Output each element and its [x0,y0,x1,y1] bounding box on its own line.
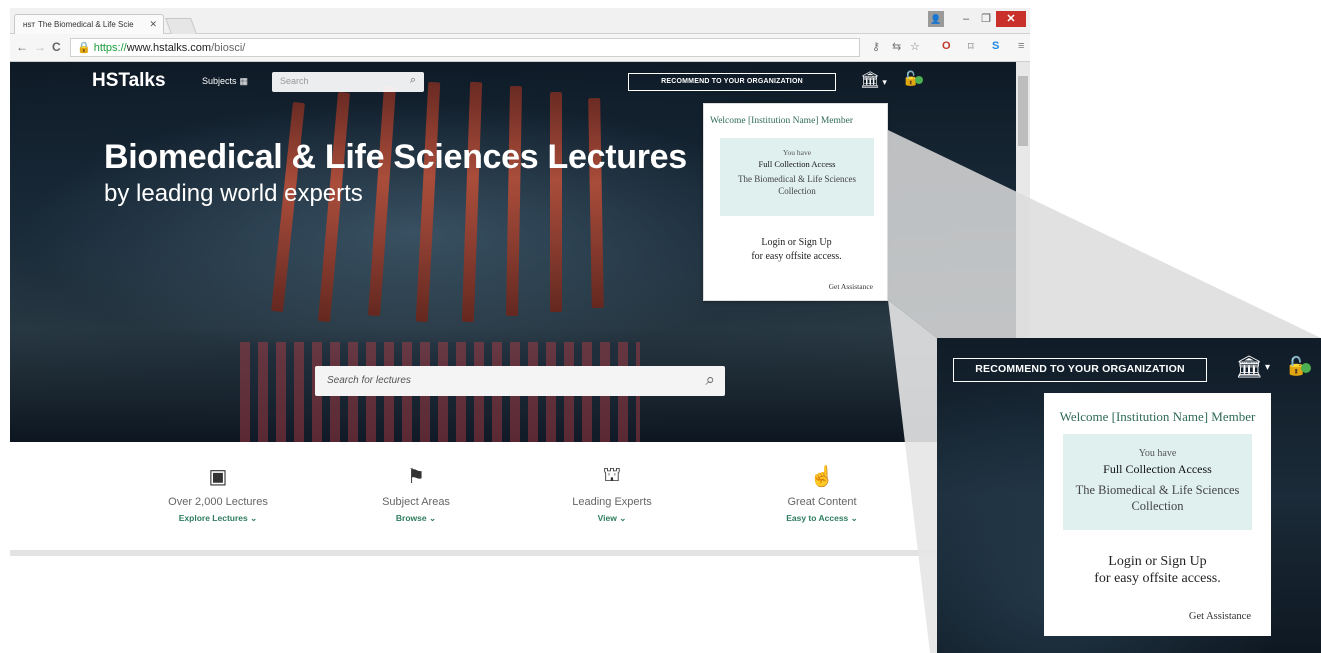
flag-icon: ⚑ [407,466,425,488]
url-scheme: https:// [93,42,127,54]
access-box: You have Full Collection Access The Biom… [720,138,874,216]
welcome-text: Welcome [Institution Name] Member [710,116,854,126]
podium-icon: ⛫ [602,464,622,486]
url-host: www.hstalks.com [126,42,212,54]
feature-content: ☝ Great Content Easy to Access ⌄ [722,464,922,524]
institution-popup: Welcome [Institution Name] Member You ha… [703,103,888,301]
institution-icon[interactable]: 🏛 ▾ [1235,354,1270,380]
stage: HST The Biomedical & Life Scie ✕ 👤 – ❐ ✕ … [0,0,1321,653]
feature-title: Great Content [787,496,857,508]
address-bar: ← → C 🔒 https://www.hstalks.com/biosci/ ⚷… [10,34,1030,62]
feature-action-link[interactable]: View ⌄ [512,513,712,524]
feature-action-link[interactable]: Easy to Access ⌄ [722,513,922,524]
header-search-input[interactable]: Search ⌕ [272,72,424,92]
reload-icon[interactable]: C [52,40,61,54]
pipette-image [588,97,604,309]
cast-icon[interactable]: ⌑ [968,40,974,53]
pipette-image [461,81,483,323]
tab-title: The Biomedical & Life Scie [38,20,134,29]
access-box: You have Full Collection Access The Biom… [1063,434,1252,530]
you-have-text: You have [1138,448,1177,459]
features-row: ▣ Over 2,000 Lectures Explore Lectures ⌄… [10,442,1016,552]
you-have-text: You have [782,148,812,157]
skype-icon[interactable]: S [992,40,999,52]
favicon: HST [23,23,35,29]
collection-name: The Biomedical & Life Sciences Collectio… [738,174,856,196]
check-badge-icon [915,76,924,84]
user-icon[interactable]: 👤 [928,11,944,27]
get-assistance-link[interactable]: Get Assistance [1189,611,1251,622]
tab-bar: HST The Biomedical & Life Scie ✕ 👤 – ❐ ✕ [10,8,1030,34]
feature-subjects: ⚑ Subject Areas Browse ⌄ [316,464,516,524]
feature-title: Subject Areas [382,496,450,508]
check-badge-icon [1301,363,1312,373]
subjects-menu[interactable]: Subjects ▦ [202,76,248,87]
grid-icon: ▦ [239,76,249,86]
new-tab-button[interactable] [165,18,197,34]
page-divider [10,550,1030,556]
feature-experts: ⛫ Leading Experts View ⌄ [512,464,712,524]
lecture-screen-icon: ▣ [208,466,228,488]
maximize-icon[interactable]: ❐ [978,11,994,27]
unlock-icon[interactable]: 🔓 [902,70,924,87]
url-path: /biosci/ [211,42,246,54]
lecture-search-input[interactable]: Search for lectures ⌕ [315,366,725,396]
pipette-image [505,85,523,317]
zoom-callout: RECOMMEND TO YOUR ORGANIZATION 🏛 ▾ 🔓 Welc… [937,338,1321,653]
login-signup-link[interactable]: Login or Sign Up for easy offsite access. [704,236,889,264]
translate-icon[interactable]: ⇆ [892,40,901,53]
recommend-button[interactable]: RECOMMEND TO YOUR ORGANIZATION [953,358,1207,382]
pipette-image [367,85,397,317]
collection-name: The Biomedical & Life Sciences Collectio… [1075,483,1240,513]
institution-icon[interactable]: 🏛 ▾ [860,70,887,90]
minimize-icon[interactable]: – [958,11,974,27]
hero-title: Biomedical & Life Sciences Lectures [104,138,687,176]
opera-icon[interactable]: O [942,40,951,52]
star-icon[interactable]: ☆ [910,40,920,53]
pipette-image [415,81,441,323]
hero-subtitle: by leading world experts [104,180,363,207]
feature-title: Over 2,000 Lectures [168,496,268,508]
close-tab-icon[interactable]: ✕ [149,19,157,30]
feature-action-link[interactable]: Explore Lectures ⌄ [118,513,318,524]
recommend-button[interactable]: RECOMMEND TO YOUR ORGANIZATION [628,73,836,91]
close-window-icon[interactable]: ✕ [996,11,1026,27]
feature-action-link[interactable]: Browse ⌄ [316,513,516,524]
key-icon[interactable]: ⚷ [872,40,880,53]
welcome-text: Welcome [Institution Name] Member [1059,409,1256,424]
search-icon[interactable]: ⌕ [705,370,715,390]
pipette-image [550,92,562,312]
site-logo[interactable]: HSTalks [92,70,166,92]
access-level-text: Full Collection Access [758,159,836,169]
forward-icon[interactable]: → [34,40,46,54]
menu-icon[interactable]: ≡ [1018,40,1024,52]
scrollbar-thumb[interactable] [1018,76,1028,146]
feature-lectures: ▣ Over 2,000 Lectures Explore Lectures ⌄ [118,464,318,524]
access-level-text: Full Collection Access [1103,462,1212,476]
login-signup-link[interactable]: Login or Sign Up for easy offsite access. [1044,553,1271,587]
search-icon[interactable]: ⌕ [410,74,416,87]
feature-title: Leading Experts [572,496,652,508]
get-assistance-link[interactable]: Get Assistance [829,282,873,291]
back-icon[interactable]: ← [16,40,28,54]
lock-icon: 🔒 [77,42,91,54]
unlock-icon[interactable]: 🔓 [1285,356,1312,377]
browser-tab[interactable]: HST The Biomedical & Life Scie ✕ [14,14,164,34]
extension-icons: ⚷ ⇆ ☆ O ⌑ S ≡ [872,40,1032,56]
institution-popup-zoomed: Welcome [Institution Name] Member You ha… [1044,393,1271,636]
pointer-hand-icon: ☝ [809,466,835,488]
url-field[interactable]: 🔒 https://www.hstalks.com/biosci/ [70,38,860,57]
